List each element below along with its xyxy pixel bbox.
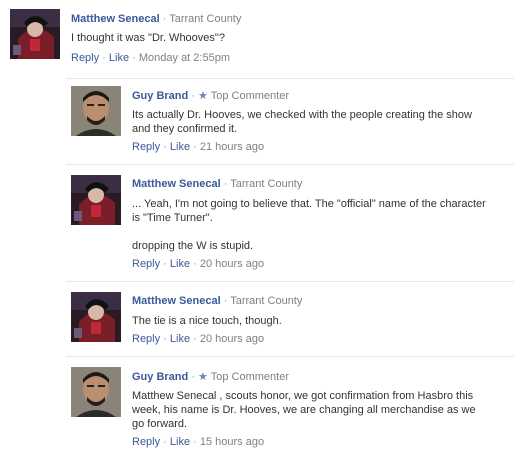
top-commenter-badge: Top Commenter	[210, 90, 290, 102]
reply-meta: Matthew Senecal · Tarrant County	[132, 178, 302, 190]
author-name[interactable]: Matthew Senecal	[71, 13, 160, 25]
reply-separator	[66, 78, 514, 79]
guy-avatar[interactable]	[71, 86, 121, 136]
reply-link[interactable]: Reply	[132, 333, 160, 345]
like-link[interactable]: Like	[170, 258, 190, 270]
reply-separator	[66, 356, 514, 357]
separator-dot: ·	[160, 141, 170, 153]
author-location: Tarrant County	[169, 13, 242, 25]
comment-text: ... Yeah, I'm not going to believe that.…	[132, 198, 486, 252]
star-icon: ★	[198, 371, 208, 383]
comment-actions: Reply · Like · Monday at 2:55pm	[71, 52, 230, 64]
like-link[interactable]: Like	[109, 52, 129, 64]
separator-dot: ·	[160, 258, 170, 270]
reply-link[interactable]: Reply	[132, 436, 160, 448]
reply-meta: Guy Brand · ★ Top Commenter	[132, 370, 289, 383]
matthew-avatar[interactable]	[10, 9, 60, 59]
reply-link[interactable]: Reply	[132, 258, 160, 270]
comment-time: 20 hours ago	[199, 333, 265, 345]
author-location: Tarrant County	[230, 295, 303, 307]
author-name[interactable]: Guy Brand	[132, 90, 188, 102]
separator-dot: ·	[220, 178, 231, 190]
like-link[interactable]: Like	[170, 141, 190, 153]
separator-dot: ·	[129, 52, 139, 64]
comment-actions: Reply · Like · 21 hours ago	[132, 141, 264, 153]
like-link[interactable]: Like	[170, 333, 190, 345]
root-meta: Matthew Senecal · Tarrant County	[71, 13, 241, 25]
comment-actions: Reply · Like · 20 hours ago	[132, 258, 264, 270]
matthew-avatar[interactable]	[71, 175, 121, 225]
like-link[interactable]: Like	[170, 436, 190, 448]
reply-separator	[66, 281, 514, 282]
comment-time: 20 hours ago	[199, 258, 265, 270]
comment-time: 21 hours ago	[199, 141, 265, 153]
separator-dot: ·	[190, 333, 200, 345]
reply-link[interactable]: Reply	[71, 52, 99, 64]
reply-meta: Guy Brand · ★ Top Commenter	[132, 89, 289, 102]
comment-time: Monday at 2:55pm	[138, 52, 230, 64]
separator-dot: ·	[188, 90, 199, 102]
author-name[interactable]: Matthew Senecal	[132, 295, 221, 307]
reply-separator	[66, 164, 514, 165]
separator-dot: ·	[220, 295, 231, 307]
separator-dot: ·	[159, 13, 170, 25]
separator-dot: ·	[188, 371, 199, 383]
author-name[interactable]: Guy Brand	[132, 371, 188, 383]
guy-avatar[interactable]	[71, 367, 121, 417]
separator-dot: ·	[160, 436, 170, 448]
comment-text: The tie is a nice touch, though.	[132, 315, 282, 327]
author-name[interactable]: Matthew Senecal	[132, 178, 221, 190]
separator-dot: ·	[190, 141, 200, 153]
comment-actions: Reply · Like · 15 hours ago	[132, 436, 264, 448]
root-comment: Matthew Senecal · Tarrant County I thoug…	[0, 0, 514, 80]
comment-text: Its actually Dr. Hooves, we checked with…	[132, 109, 472, 135]
comment-text: Matthew Senecal , scouts honor, we got c…	[132, 390, 476, 430]
separator-dot: ·	[160, 333, 170, 345]
reply-meta: Matthew Senecal · Tarrant County	[132, 295, 302, 307]
comment-actions: Reply · Like · 20 hours ago	[132, 333, 264, 345]
author-location: Tarrant County	[230, 178, 303, 190]
comment-time: 15 hours ago	[199, 436, 265, 448]
separator-dot: ·	[190, 436, 200, 448]
star-icon: ★	[198, 90, 208, 102]
matthew-avatar[interactable]	[71, 292, 121, 342]
reply-link[interactable]: Reply	[132, 141, 160, 153]
separator-dot: ·	[99, 52, 109, 64]
separator-dot: ·	[190, 258, 200, 270]
top-commenter-badge: Top Commenter	[210, 371, 290, 383]
comment-text: I thought it was "Dr. Whooves"?	[71, 32, 225, 44]
